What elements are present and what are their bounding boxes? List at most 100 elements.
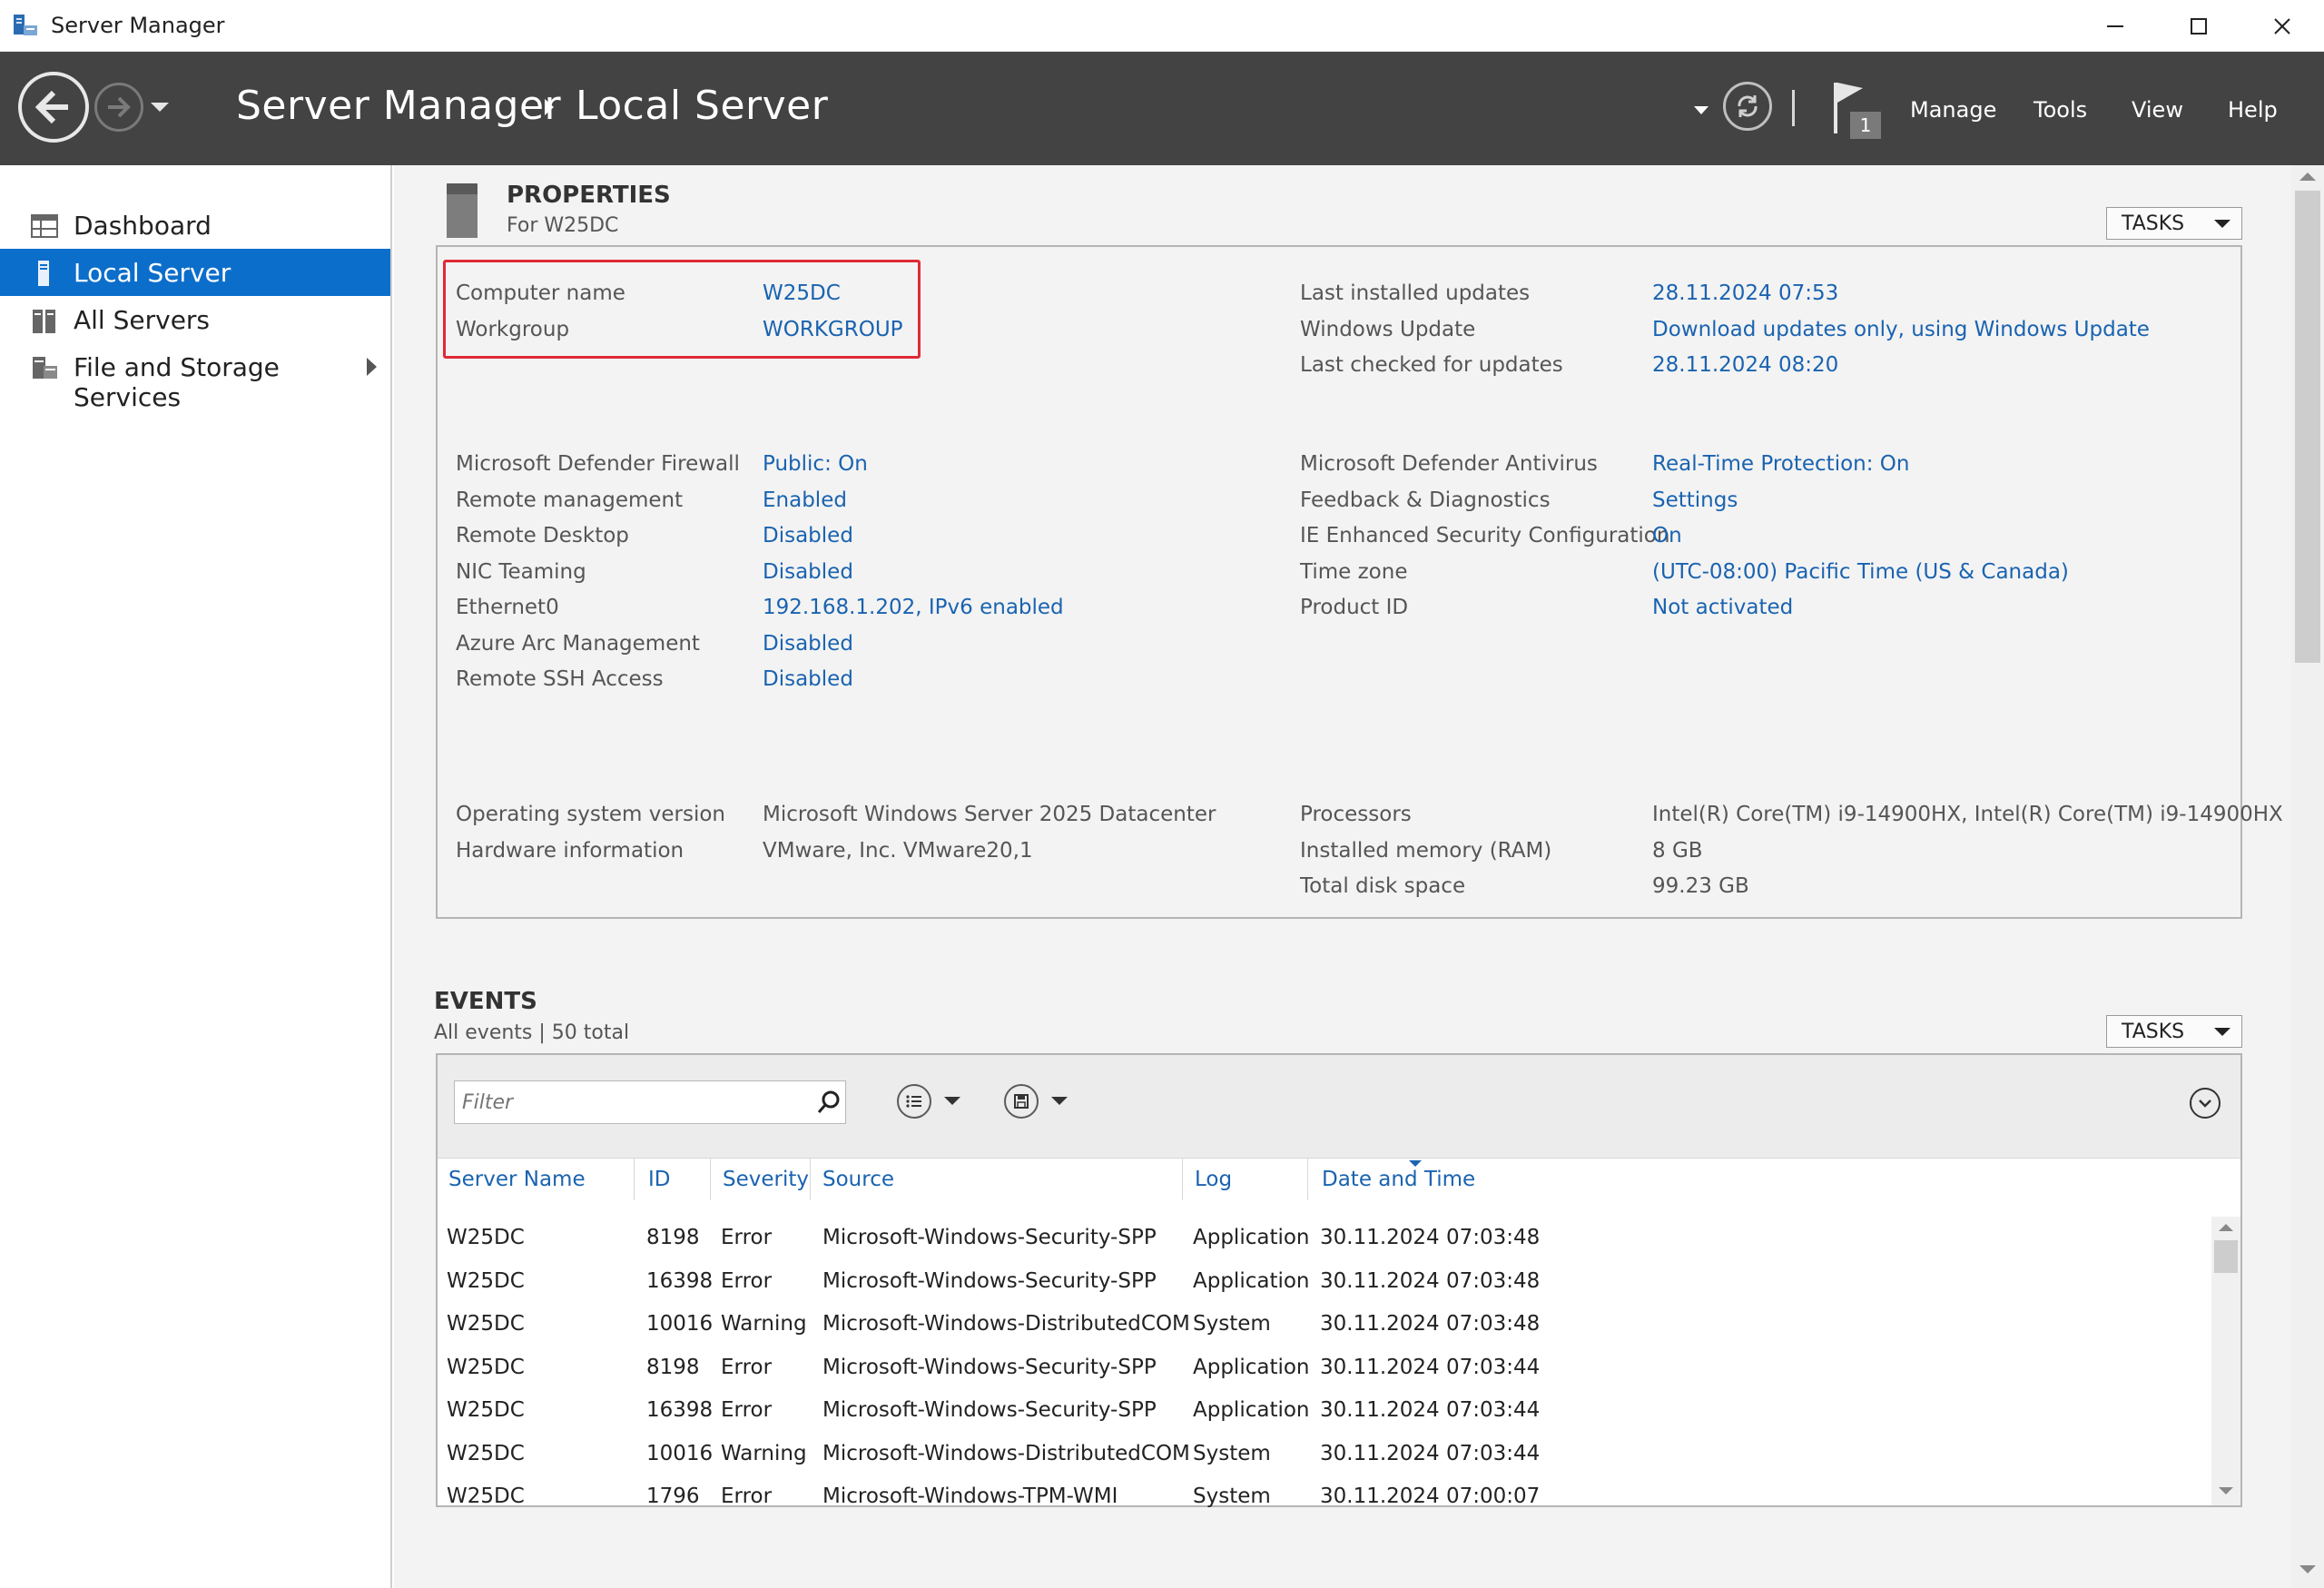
menu-manage[interactable]: Manage xyxy=(1910,97,1996,123)
property-value-link[interactable]: On xyxy=(1652,524,1682,547)
header-dropdown-icon[interactable] xyxy=(1694,106,1709,114)
history-dropdown-icon[interactable] xyxy=(151,103,169,112)
property-label: Feedback & Diagnostics xyxy=(1300,488,1551,512)
main-scrollbar[interactable] xyxy=(2291,165,2324,1588)
maximize-button[interactable] xyxy=(2157,0,2240,52)
expand-arrow-icon[interactable] xyxy=(367,358,377,376)
server-tile-icon xyxy=(447,183,478,238)
cell-severity: Error xyxy=(721,1226,773,1249)
column-header-server-name[interactable]: Server Name xyxy=(448,1168,586,1191)
column-header-source[interactable]: Source xyxy=(822,1168,894,1191)
property-label: Microsoft Defender Firewall xyxy=(456,452,740,476)
cell-id: 8198 xyxy=(646,1226,700,1249)
table-row[interactable]: W25DC 8198 Error Microsoft-Windows-Security… xyxy=(438,1217,2208,1259)
cell-severity: Error xyxy=(721,1398,773,1422)
scroll-down-icon[interactable] xyxy=(2219,1487,2233,1494)
save-icon xyxy=(1014,1094,1029,1109)
table-row[interactable]: W25DC 10016 Warning Microsoft-Windows-Distr… xyxy=(438,1433,2208,1475)
property-value-link[interactable]: Disabled xyxy=(763,632,853,656)
cell-server-name: W25DC xyxy=(447,1312,525,1336)
property-value-link[interactable]: Download updates only, using Windows Upd… xyxy=(1652,318,2150,341)
property-label: Hardware information xyxy=(456,839,684,863)
back-button[interactable] xyxy=(18,72,89,143)
property-value-link[interactable]: Real-Time Protection: On xyxy=(1652,452,1909,476)
breadcrumb-root[interactable]: Server Manager xyxy=(236,83,561,129)
property-value-link[interactable]: Settings xyxy=(1652,488,1738,512)
menu-view[interactable]: View xyxy=(2132,97,2183,123)
column-header-id[interactable]: ID xyxy=(648,1168,671,1191)
property-value-link[interactable]: Enabled xyxy=(763,488,847,512)
filter-input[interactable] xyxy=(462,1087,798,1118)
property-value-link[interactable]: 28.11.2024 08:20 xyxy=(1652,353,1838,377)
property-label: Windows Update xyxy=(1300,318,1476,341)
property-value-link[interactable]: 28.11.2024 07:53 xyxy=(1652,281,1838,305)
close-button[interactable] xyxy=(2240,0,2324,52)
refresh-button[interactable] xyxy=(1723,82,1772,131)
table-row[interactable]: W25DC 10016 Warning Microsoft-Windows-Distr… xyxy=(438,1303,2208,1346)
events-toolbar xyxy=(438,1055,2240,1159)
query-options-button[interactable] xyxy=(897,1084,931,1119)
sidebar-item-all-servers[interactable]: All Servers xyxy=(0,296,390,343)
property-value-link[interactable]: Disabled xyxy=(763,560,853,584)
events-tasks-button[interactable]: TASKS xyxy=(2106,1015,2242,1048)
sidebar-item-file-storage[interactable]: File and Storage Services xyxy=(0,343,390,412)
cell-log: System xyxy=(1193,1312,1271,1336)
column-divider xyxy=(1307,1159,1308,1200)
arrow-left-icon xyxy=(34,90,68,124)
column-header-log[interactable]: Log xyxy=(1195,1168,1232,1191)
minimize-button[interactable] xyxy=(2073,0,2157,52)
property-value-link[interactable]: Public: On xyxy=(763,452,868,476)
property-value-link[interactable]: Disabled xyxy=(763,524,853,547)
property-value-link[interactable]: Disabled xyxy=(763,667,853,691)
column-divider xyxy=(810,1159,811,1200)
sidebar-item-local-server[interactable]: Local Server xyxy=(0,249,390,296)
left-navigation: Dashboard Local Server All Servers File … xyxy=(0,165,392,1588)
properties-title: PROPERTIES xyxy=(507,182,671,209)
cell-severity: Warning xyxy=(721,1441,807,1465)
save-query-dropdown-icon[interactable] xyxy=(1051,1097,1068,1105)
table-row[interactable]: W25DC 16398 Error Microsoft-Windows-Securit… xyxy=(438,1389,2208,1432)
expand-collapse-button[interactable] xyxy=(2190,1088,2221,1119)
breadcrumb-separator-icon xyxy=(545,99,554,115)
property-label: Last installed updates xyxy=(1300,281,1531,305)
property-value: 8 GB xyxy=(1652,839,1703,863)
menu-help[interactable]: Help xyxy=(2228,97,2278,123)
property-label: IE Enhanced Security Configuration xyxy=(1300,524,1670,547)
property-value-link[interactable]: 192.168.1.202, IPv6 enabled xyxy=(763,596,1064,619)
cell-severity: Error xyxy=(721,1355,773,1379)
scroll-up-icon[interactable] xyxy=(2299,173,2316,181)
property-value: 99.23 GB xyxy=(1652,874,1749,898)
search-icon[interactable] xyxy=(816,1090,842,1115)
tasks-label: TASKS xyxy=(2122,212,2185,235)
menu-tools[interactable]: Tools xyxy=(2034,97,2087,123)
column-divider xyxy=(1182,1159,1183,1200)
table-row[interactable]: W25DC 8198 Error Microsoft-Windows-Security… xyxy=(438,1346,2208,1389)
query-options-dropdown-icon[interactable] xyxy=(944,1097,960,1105)
servers-icon xyxy=(33,310,55,333)
table-row[interactable]: W25DC 1796 Error Microsoft-Windows-TPM-WMI S… xyxy=(438,1475,2208,1518)
cell-log: System xyxy=(1193,1484,1271,1508)
filter-box[interactable] xyxy=(454,1080,846,1124)
arrow-right-icon xyxy=(108,96,131,118)
property-value-link[interactable]: (UTC-08:00) Pacific Time (US & Canada) xyxy=(1652,560,2069,584)
sidebar-item-label: File and Storage Services xyxy=(74,352,280,412)
properties-tasks-button[interactable]: TASKS xyxy=(2106,207,2242,240)
scroll-up-icon[interactable] xyxy=(2219,1224,2233,1231)
cell-log: Application xyxy=(1193,1226,1310,1249)
save-query-button[interactable] xyxy=(1004,1084,1039,1119)
scroll-down-icon[interactable] xyxy=(2299,1565,2316,1573)
sidebar-item-label: All Servers xyxy=(74,305,211,335)
scroll-thumb[interactable] xyxy=(2295,191,2320,663)
property-label: Remote SSH Access xyxy=(456,667,664,691)
forward-button[interactable] xyxy=(94,83,143,132)
sidebar-item-dashboard[interactable]: Dashboard xyxy=(0,202,390,249)
column-header-severity[interactable]: Severity xyxy=(723,1168,809,1191)
table-row[interactable]: W25DC 16398 Error Microsoft-Windows-Securit… xyxy=(438,1260,2208,1303)
column-header-date-time[interactable]: Date and Time xyxy=(1322,1168,1475,1191)
events-scrollbar[interactable] xyxy=(2211,1217,2240,1505)
cell-date-time: 30.11.2024 07:00:07 xyxy=(1320,1484,1541,1508)
property-label: Operating system version xyxy=(456,803,726,826)
property-label: Processors xyxy=(1300,803,1412,826)
property-value-link[interactable]: Not activated xyxy=(1652,596,1793,619)
scroll-thumb[interactable] xyxy=(2214,1240,2238,1273)
